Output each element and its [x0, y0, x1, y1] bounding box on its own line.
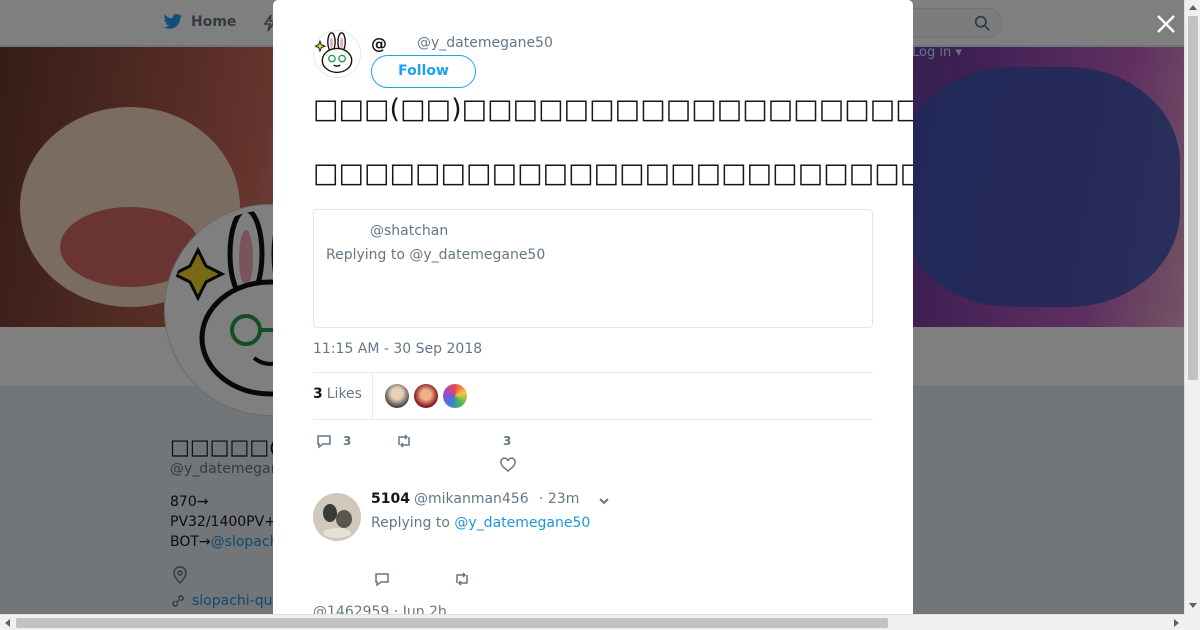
- tweet-author-handle[interactable]: @y_datemegane50: [417, 35, 553, 51]
- liker-avatar[interactable]: [385, 384, 409, 408]
- scroll-down-arrow[interactable]: [1189, 603, 1197, 608]
- tweet-author-name[interactable]: @: [371, 34, 387, 53]
- scroll-up-arrow[interactable]: [1189, 5, 1197, 10]
- follow-button[interactable]: Follow: [371, 55, 476, 88]
- rabbit-avatar-image: [314, 31, 360, 77]
- likes-stat[interactable]: 3 Likes: [313, 386, 362, 402]
- scroll-left-arrow[interactable]: [5, 619, 10, 627]
- tweet-modal: @ @y_datemegane50 Follow □□□(□□)□□□□□□□□…: [273, 0, 913, 614]
- reply-author-name[interactable]: 5104: [371, 491, 410, 507]
- vertical-scroll-thumb[interactable]: [1188, 16, 1198, 380]
- reply-author-avatar[interactable]: [313, 493, 361, 541]
- reply-icon: [317, 435, 331, 449]
- reply-action[interactable]: 3: [315, 432, 351, 450]
- reply-tweet[interactable]: 5104 @mikanman456 · 23m Replying to @y_d…: [313, 490, 873, 600]
- scrollbar-corner: [1184, 614, 1200, 630]
- horizontal-scroll-thumb[interactable]: [16, 618, 888, 628]
- reply-time[interactable]: · 23m: [539, 491, 579, 507]
- likes-count: 3: [313, 386, 323, 402]
- tweet-actions: 3 3: [313, 430, 873, 474]
- tweet-text-line: □□□□□□□□□□□□□□□□□□□□□□□□□□□□□□□□□□□□□□□□…: [313, 158, 913, 189]
- cats-photo-avatar: [313, 493, 361, 541]
- close-modal-button[interactable]: [1154, 12, 1178, 36]
- horizontal-scrollbar[interactable]: [0, 614, 1184, 630]
- reply-author-handle[interactable]: @mikanman456: [414, 491, 529, 507]
- tweet-stats: 3 Likes: [313, 372, 873, 420]
- replying-to-link[interactable]: @y_datemegane50: [454, 515, 590, 531]
- quoted-replying-to: Replying to @y_datemegane50: [326, 247, 546, 263]
- likers-avatars: [385, 384, 467, 408]
- likes-label: Likes: [326, 386, 362, 402]
- retweet-icon: [398, 434, 410, 448]
- chevron-down-icon[interactable]: [597, 494, 611, 508]
- like-count-label: 3: [503, 434, 512, 448]
- login-label: Log in: [912, 45, 952, 60]
- next-reply-partial[interactable]: @1462959 · Jun 2h: [313, 604, 447, 614]
- liker-avatar[interactable]: [443, 384, 467, 408]
- tweet-author-avatar[interactable]: [313, 30, 361, 78]
- reply-count: 3: [343, 434, 352, 448]
- tweet-text-line: □□□(□□)□□□□□□□□□□□□□□□□□□□□□□□□□□□□□□□□□…: [313, 94, 913, 125]
- quoted-handle: @shatchan: [370, 223, 449, 239]
- retweet-icon[interactable]: [453, 570, 471, 588]
- retweet-action[interactable]: [395, 432, 413, 450]
- reply-tweet-actions: [371, 570, 671, 592]
- tweet-text: □□□(□□)□□□□□□□□□□□□□□□□□□□ □□□□□□□□□□□□□□…: [313, 94, 913, 222]
- close-icon: [1157, 15, 1175, 33]
- tweet-timestamp[interactable]: 11:15 AM - 30 Sep 2018: [313, 341, 482, 357]
- vertical-scrollbar[interactable]: [1184, 0, 1200, 614]
- scroll-right-arrow[interactable]: [1174, 619, 1179, 627]
- stats-divider: [372, 373, 373, 419]
- replying-prefix: Replying to: [371, 515, 450, 531]
- reply-replying-to: Replying to @y_datemegane50: [371, 515, 590, 531]
- quoted-tweet-card[interactable]: @shatchan Replying to @y_datemegane50: [313, 209, 873, 328]
- login-dropdown[interactable]: Log in ▾: [912, 45, 962, 60]
- reply-icon[interactable]: [373, 570, 391, 588]
- liker-avatar[interactable]: [414, 384, 438, 408]
- like-action[interactable]: [499, 456, 517, 474]
- heart-icon: [500, 457, 516, 472]
